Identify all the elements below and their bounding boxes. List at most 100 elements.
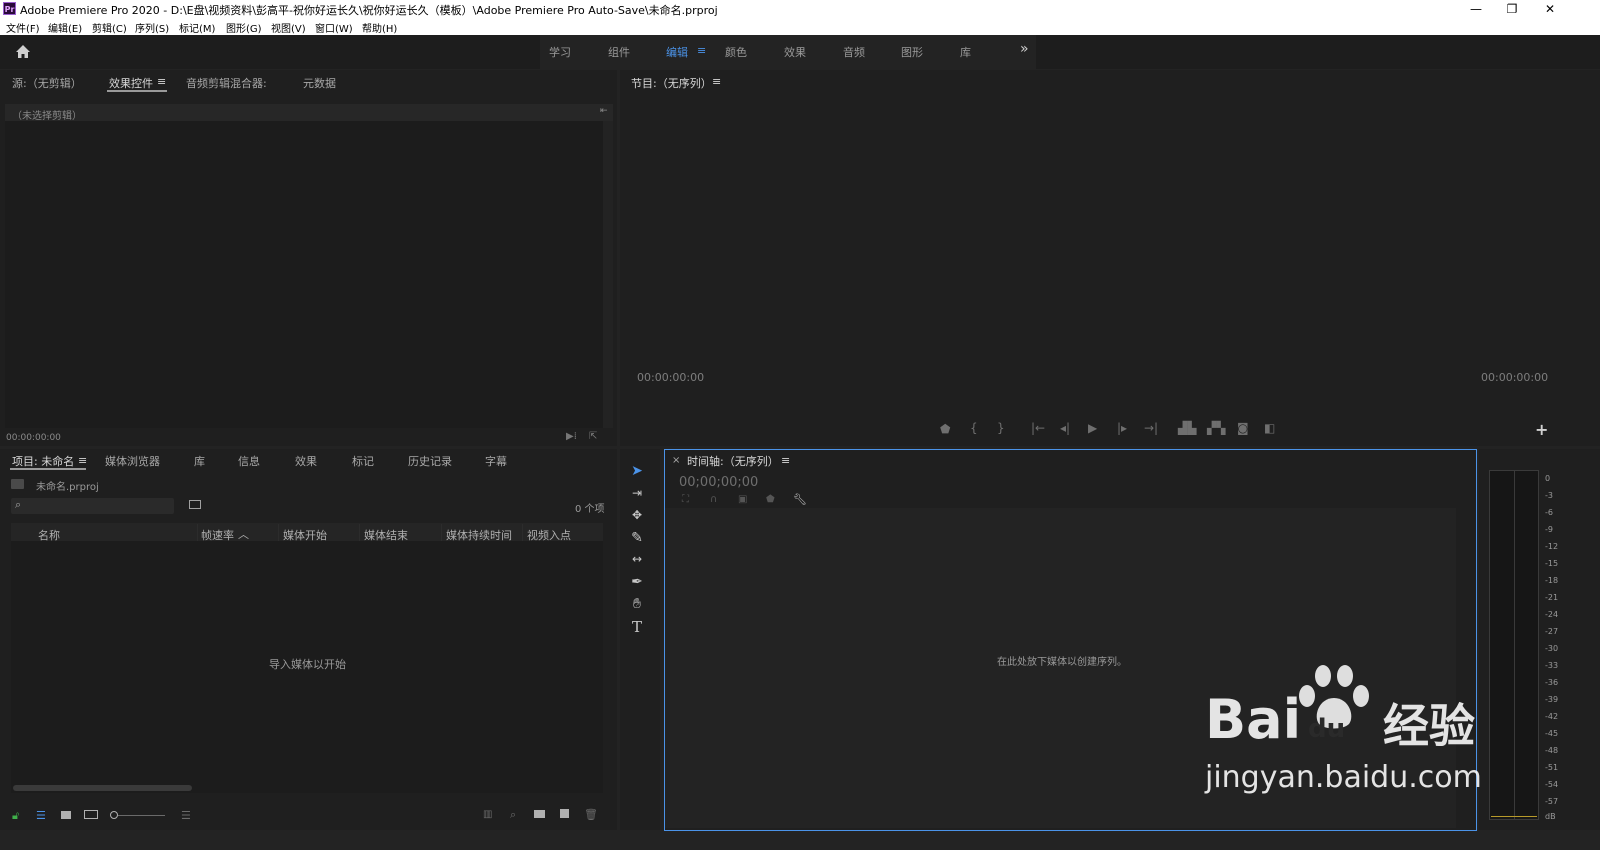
minimize-button[interactable]: — — [1458, 0, 1494, 18]
tab-metadata[interactable]: 元数据 — [303, 75, 336, 91]
workspace-tab-graphics[interactable]: 图形 — [901, 44, 923, 60]
icon-view-icon[interactable] — [61, 811, 71, 819]
meter-label: -24 — [1545, 610, 1559, 619]
selection-tool-icon[interactable]: ➤ — [627, 463, 647, 481]
tab-project[interactable]: 项目: 未命名 — [12, 453, 74, 469]
export-frame-icon[interactable]: ⇱ — [589, 431, 597, 442]
button-editor-add-button[interactable]: + — [1535, 420, 1548, 439]
effect-controls-menu-icon[interactable]: ≡ — [157, 75, 166, 88]
workspace-tab-color[interactable]: 颜色 — [725, 44, 747, 60]
menu-help[interactable]: 帮助(H) — [362, 20, 397, 35]
item-count: 0 个项 — [575, 504, 605, 515]
project-menu-icon[interactable]: ≡ — [78, 454, 87, 467]
workspace-menu-icon[interactable]: ≡ — [697, 44, 706, 57]
pen-tool-icon[interactable]: ✒ — [627, 574, 647, 592]
sort-ascending-icon: ︿ — [238, 528, 249, 541]
tab-info[interactable]: 信息 — [238, 453, 260, 469]
list-view-icon[interactable]: ☰ — [36, 809, 46, 822]
play-icon[interactable]: ▶ — [1088, 421, 1097, 435]
close-window-button[interactable]: ✕ — [1532, 0, 1568, 18]
workspace-tab-editing[interactable]: 编辑 — [666, 44, 688, 60]
menu-view[interactable]: 视图(V) — [271, 20, 306, 35]
timeline-menu-icon[interactable]: ≡ — [781, 454, 790, 467]
effect-controls-scrollbar[interactable] — [603, 121, 613, 428]
meter-label: -12 — [1545, 542, 1559, 551]
go-to-out-icon[interactable]: →| — [1144, 421, 1158, 435]
no-clip-label: （未选择剪辑） — [12, 111, 82, 122]
step-back-icon[interactable]: ◂| — [1060, 421, 1070, 435]
close-timeline-icon[interactable]: × — [672, 455, 680, 466]
meter-label: dB — [1545, 812, 1556, 821]
slip-tool-icon[interactable]: ↔ — [627, 552, 647, 570]
menu-edit[interactable]: 编辑(E) — [48, 20, 82, 35]
tab-audio-clip-mixer[interactable]: 音频剪辑混合器: — [186, 75, 267, 91]
menu-marker[interactable]: 标记(M) — [179, 20, 215, 35]
search-icon: ⌕ — [15, 498, 22, 511]
find-icon[interactable]: ⌕ — [510, 808, 516, 822]
menu-file[interactable]: 文件(F) — [6, 20, 40, 35]
add-marker-timeline-icon[interactable]: ⬟ — [766, 494, 775, 505]
tab-history[interactable]: 历史记录 — [408, 453, 452, 469]
wrench-icon[interactable]: 🔧︎ — [793, 493, 807, 506]
freeform-view-icon[interactable] — [84, 810, 98, 819]
step-forward-icon[interactable]: |▸ — [1117, 421, 1127, 435]
menu-clip[interactable]: 剪辑(C) — [92, 20, 127, 35]
timeline-title[interactable]: 时间轴:（无序列） — [687, 453, 779, 469]
trash-icon[interactable]: 🗑︎ — [584, 808, 598, 821]
sort-icons-icon[interactable]: ☰ — [181, 809, 191, 822]
tab-effects[interactable]: 效果 — [295, 453, 317, 469]
workspace-tab-libraries[interactable]: 库 — [960, 44, 971, 60]
type-tool-icon[interactable]: T — [627, 618, 647, 636]
tab-libraries[interactable]: 库 — [194, 453, 205, 469]
project-horizontal-scrollbar[interactable] — [13, 785, 192, 791]
new-bin-icon[interactable] — [534, 810, 545, 818]
meter-label: -42 — [1545, 712, 1559, 721]
project-empty-message: 导入媒体以开始 — [269, 658, 346, 671]
project-search-input[interactable] — [11, 498, 174, 514]
workspace-tab-assembly[interactable]: 组件 — [608, 44, 630, 60]
program-monitor-title[interactable]: 节目:（无序列） — [631, 75, 712, 91]
lift-icon[interactable]: ▟▙ — [1178, 421, 1196, 435]
snap-icon[interactable]: ∩ — [710, 494, 717, 505]
hand-tool-icon[interactable]: ✋︎ — [627, 596, 647, 614]
camera-icon[interactable]: ◙ — [1237, 421, 1249, 435]
menu-window[interactable]: 窗口(W) — [315, 20, 353, 35]
new-item-icon[interactable] — [560, 809, 569, 818]
home-icon[interactable] — [15, 44, 31, 59]
track-select-tool-icon[interactable]: ⇥ — [627, 486, 647, 504]
compare-view-icon[interactable]: ◧ — [1264, 421, 1275, 435]
more-workspaces-icon[interactable]: » — [1020, 41, 1029, 57]
zoom-slider-handle[interactable] — [110, 811, 118, 819]
expand-icon[interactable]: ⇤ — [600, 106, 608, 116]
filter-icon[interactable]: ▶⁞ — [566, 431, 577, 442]
razor-tool-icon[interactable]: ✎ — [627, 530, 647, 548]
add-marker-icon[interactable]: ⬟ — [940, 422, 950, 436]
tab-markers[interactable]: 标记 — [352, 453, 374, 469]
tab-source[interactable]: 源:（无剪辑） — [12, 75, 82, 91]
tab-media-browser[interactable]: 媒体浏览器 — [105, 453, 160, 469]
column-divider — [278, 524, 279, 541]
linked-selection-icon[interactable]: ▣ — [738, 494, 747, 505]
zoom-slider-track[interactable] — [118, 815, 165, 816]
program-menu-icon[interactable]: ≡ — [712, 75, 721, 88]
workspace-tab-learn[interactable]: 学习 — [549, 44, 571, 60]
workspace-tab-audio[interactable]: 音频 — [843, 44, 865, 60]
mark-in-icon[interactable]: { — [970, 421, 978, 435]
extract-icon[interactable]: ▞▚ — [1207, 421, 1225, 435]
watermark-brand-right: du — [1308, 714, 1346, 744]
lock-icon[interactable]: 🔓︎ — [12, 809, 19, 823]
mark-out-icon[interactable]: } — [997, 421, 1005, 435]
menu-graphics[interactable]: 图形(G) — [226, 20, 262, 35]
menu-sequence[interactable]: 序列(S) — [135, 20, 169, 35]
tab-effect-controls[interactable]: 效果控件 — [109, 75, 153, 91]
tab-captions[interactable]: 字幕 — [485, 453, 507, 469]
nest-icon[interactable]: ⛶ — [682, 494, 689, 505]
ripple-edit-tool-icon[interactable]: ✥ — [627, 508, 647, 526]
program-playhead-timecode[interactable]: 00:00:00:00 — [637, 371, 704, 384]
new-search-bin-icon[interactable] — [189, 500, 201, 509]
automate-to-sequence-icon[interactable]: ▥ — [483, 809, 492, 820]
workspace-tab-effects[interactable]: 效果 — [784, 44, 806, 60]
restore-button[interactable]: ❐ — [1494, 0, 1530, 18]
timeline-timecode[interactable]: 00;00;00;00 — [679, 475, 758, 490]
go-to-in-icon[interactable]: |← — [1031, 421, 1045, 435]
